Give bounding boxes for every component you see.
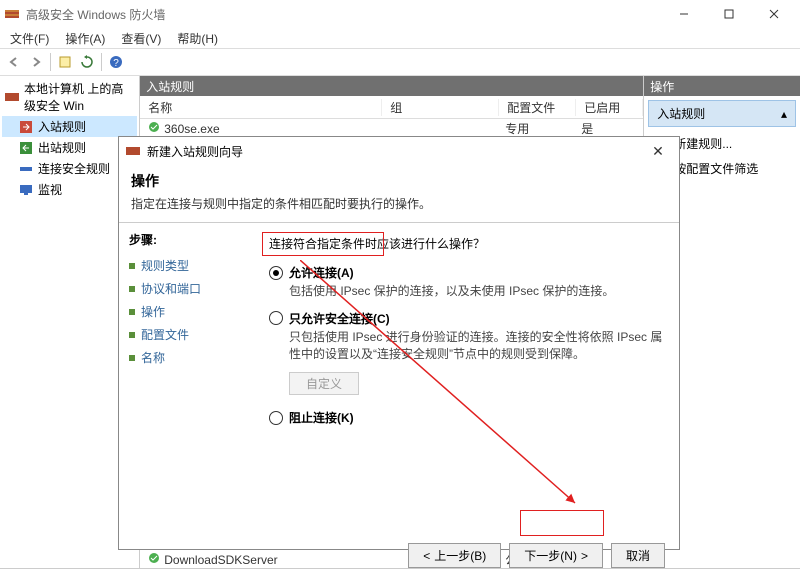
rule-name: 360se.exe [164,122,219,136]
monitoring-icon [18,182,34,198]
actions-group-label: 入站规则 [657,105,705,122]
radio-label: 阻止连接(K) [289,409,354,426]
tree-inbound[interactable]: 入站规则 [2,116,137,137]
step-protocol-ports[interactable]: 协议和端口 [129,277,259,300]
tree-item-label: 连接安全规则 [38,160,110,177]
dialog-body: 步骤: 规则类型 协议和端口 操作 配置文件 名称 连接符合指定条件时应该进行什… [119,223,679,533]
wizard-steps: 步骤: 规则类型 协议和端口 操作 配置文件 名称 [119,223,269,533]
menubar: 文件(F) 操作(A) 查看(V) 帮助(H) [0,28,800,48]
dialog-buttons: <上一步(B) 下一步(N)> 取消 [119,533,679,578]
radio-allow-desc: 包括使用 IPsec 保护的连接，以及未使用 IPsec 保护的连接。 [289,283,669,300]
col-name[interactable]: 名称 [140,99,382,116]
help-icon[interactable]: ? [106,52,126,72]
list-header: 名称 组 配置文件 已启用 [140,96,643,119]
tree-connection-security[interactable]: 连接安全规则 [2,158,137,179]
titlebar: 高级安全 Windows 防火墙 [0,0,800,28]
chevron-left-icon: < [423,549,430,563]
back-icon[interactable] [4,52,24,72]
radio-block-connection[interactable]: 阻止连接(K) [269,409,669,426]
tree-outbound[interactable]: 出站规则 [2,137,137,158]
dialog-heading: 操作 [131,171,667,191]
cancel-button[interactable]: 取消 [611,543,665,568]
menu-action[interactable]: 操作(A) [59,28,111,49]
radio-label: 只允许安全连接(C) [289,310,390,327]
radio-icon [269,411,283,425]
security-rule-icon [18,161,34,177]
chevron-right-icon: > [581,549,588,563]
menu-file[interactable]: 文件(F) [4,28,55,49]
menu-view[interactable]: 查看(V) [115,28,167,49]
firewall-icon [4,6,20,22]
step-action[interactable]: 操作 [129,300,259,323]
radio-icon [269,266,283,280]
svg-text:?: ? [113,58,119,69]
tree-root-label: 本地计算机 上的高级安全 Win [24,80,135,114]
back-button[interactable]: <上一步(B) [408,543,501,568]
radio-label: 允许连接(A) [289,264,354,281]
options-pane: 连接符合指定条件时应该进行什么操作？ 允许连接(A) 包括使用 IPsec 保护… [269,223,679,533]
main-window: 高级安全 Windows 防火墙 文件(F) 操作(A) 查看(V) 帮助(H)… [0,0,800,584]
col-group[interactable]: 组 [382,99,499,116]
col-enabled[interactable]: 已启用 [576,99,643,116]
window-title: 高级安全 Windows 防火墙 [26,6,165,23]
firewall-icon [125,143,141,159]
dialog-titlebar: 新建入站规则向导 ✕ [119,137,679,165]
toolbar: ? [0,48,800,76]
action-label: 按配置文件筛选 [674,160,758,177]
radio-allow-secure[interactable]: 只允许安全连接(C) [269,310,669,327]
tree-root[interactable]: 本地计算机 上的高级安全 Win [2,78,137,116]
step-profile[interactable]: 配置文件 [129,323,259,346]
step-rule-type[interactable]: 规则类型 [129,254,259,277]
radio-allow-connection[interactable]: 允许连接(A) [269,264,669,281]
minimize-button[interactable] [661,0,706,28]
rule-row[interactable]: 360se.exe 专用 是 [140,119,643,137]
tree-item-label: 出站规则 [38,139,86,156]
rule-enabled: 是 [573,120,639,137]
options-prompt: 连接符合指定条件时应该进行什么操作？ [269,235,669,252]
dialog-close-button[interactable]: ✕ [643,143,673,160]
outbound-icon [18,140,34,156]
rule-profile: 专用 [497,120,573,137]
dialog-title: 新建入站规则向导 [147,143,243,160]
actions-group-header[interactable]: 入站规则 ▴ [648,100,796,127]
collapse-icon: ▴ [781,107,787,121]
tree-monitoring[interactable]: 监视 [2,179,137,200]
radio-secure-desc: 只包括使用 IPsec 进行身份验证的连接。连接的安全性将依照 IPsec 属性… [289,329,669,363]
dialog-subheading: 指定在连接与规则中指定的条件相匹配时要执行的操作。 [131,195,667,212]
dialog-banner: 操作 指定在连接与规则中指定的条件相匹配时要执行的操作。 [119,165,679,218]
tree-item-label: 监视 [38,181,62,198]
refresh-icon[interactable] [77,52,97,72]
inbound-icon [18,119,34,135]
forward-icon[interactable] [26,52,46,72]
close-button[interactable] [751,0,796,28]
radio-icon [269,311,283,325]
list-title: 入站规则 [140,76,643,96]
maximize-button[interactable] [706,0,751,28]
new-icon[interactable] [55,52,75,72]
wizard-dialog: 新建入站规则向导 ✕ 操作 指定在连接与规则中指定的条件相匹配时要执行的操作。 … [118,136,680,550]
window-controls [661,0,796,28]
allow-icon [148,122,160,136]
steps-label: 步骤: [129,231,259,248]
actions-title: 操作 [644,76,800,96]
customize-button: 自定义 [289,372,359,395]
col-profile[interactable]: 配置文件 [499,99,576,116]
next-button[interactable]: 下一步(N)> [509,543,603,568]
menu-help[interactable]: 帮助(H) [171,28,224,49]
step-name[interactable]: 名称 [129,346,259,369]
tree-item-label: 入站规则 [38,118,86,135]
firewall-icon [4,89,20,105]
action-label: 新建规则... [674,135,732,152]
